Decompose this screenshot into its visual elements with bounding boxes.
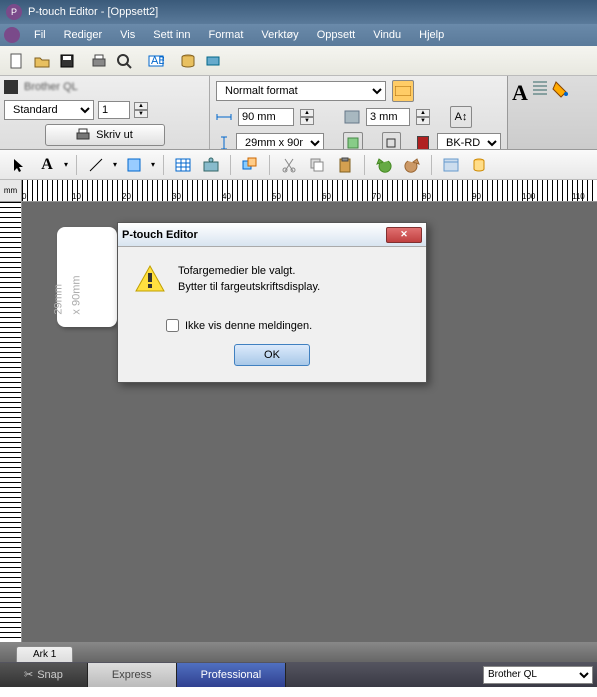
menu-rediger[interactable]: Rediger (56, 27, 111, 43)
paper-panel: Normalt format ▲▼ ▲▼ A↕ 29mm x 90m BK-RD (210, 76, 507, 149)
margin-input[interactable] (366, 108, 410, 126)
cut-tool[interactable] (278, 154, 300, 176)
properties-button[interactable] (440, 154, 462, 176)
window-title: P-touch Editor - [Oppsett2] (28, 6, 158, 18)
dialog-close-button[interactable]: ✕ (386, 227, 422, 243)
new-button[interactable] (6, 50, 28, 72)
copies-spinner[interactable]: ▲▼ (134, 102, 148, 118)
feed-button[interactable] (343, 132, 363, 149)
cut-button[interactable] (382, 132, 402, 149)
dont-show-checkbox[interactable] (166, 319, 179, 332)
sheet-tabs: Ark 1 (0, 642, 597, 662)
dialog-titlebar[interactable]: P-touch Editor ✕ (118, 223, 426, 247)
menu-fil[interactable]: Fil (26, 27, 54, 43)
orientation-landscape-button[interactable] (392, 80, 414, 102)
warning-icon (134, 263, 166, 295)
printer-name: Brother QL (24, 81, 78, 93)
table-tool[interactable] (172, 154, 194, 176)
standard-toolbar: ABC (0, 46, 597, 76)
length-icon (216, 136, 230, 149)
print-panel: Brother QL Standard ▲▼ Skriv ut (0, 76, 210, 149)
svg-text:ABC: ABC (151, 55, 164, 67)
menu-verktoy[interactable]: Verktøy (253, 27, 306, 43)
printer-icon (76, 128, 90, 142)
save-button[interactable] (56, 50, 78, 72)
redo-button[interactable] (401, 154, 423, 176)
paste-tool[interactable] (334, 154, 356, 176)
pointer-tool[interactable] (8, 154, 30, 176)
text-panel: A (507, 76, 597, 149)
menubar: Fil Rediger Vis Sett inn Format Verktøy … (0, 24, 597, 46)
fill-icon[interactable] (552, 80, 570, 98)
undo-button[interactable] (373, 154, 395, 176)
tape-size-select[interactable]: 29mm x 90m (236, 133, 324, 149)
width-icon (216, 110, 232, 124)
print-action-button[interactable]: Skriv ut (45, 124, 165, 146)
width-input[interactable] (238, 108, 294, 126)
style-select[interactable]: Standard (4, 100, 94, 120)
format-select[interactable]: Normalt format (216, 81, 386, 101)
mode-express-button[interactable]: Express (88, 663, 177, 687)
align-icon[interactable] (532, 80, 548, 100)
dont-show-label: Ikke vis denne meldingen. (185, 320, 312, 332)
margin-icon (344, 110, 360, 124)
menu-vindu[interactable]: Vindu (365, 27, 409, 43)
text-tool[interactable]: A (36, 154, 58, 176)
statusbar: ✂ Snap Express Professional Brother QL (0, 662, 597, 687)
width-spinner[interactable]: ▲▼ (300, 109, 314, 125)
image-tool[interactable] (200, 154, 222, 176)
database-tool[interactable] (468, 154, 490, 176)
mode-professional-button[interactable]: Professional (177, 663, 287, 687)
margin-spinner[interactable]: ▲▼ (416, 109, 430, 125)
text-direction-button[interactable]: A↕ (450, 106, 472, 128)
printer-icon (4, 80, 18, 94)
print-label: Skriv ut (96, 129, 133, 141)
app-icon: P (6, 4, 22, 20)
ruler-horizontal: 0102030405060708090100110 (22, 180, 597, 201)
status-printer-select[interactable]: Brother QL (483, 666, 593, 684)
copies-input[interactable] (98, 101, 130, 119)
ink-color-swatch (417, 136, 430, 149)
menu-vis[interactable]: Vis (112, 27, 143, 43)
copy-tool[interactable] (306, 154, 328, 176)
label-dimensions: 29mmx 90mm (49, 275, 85, 314)
dialog-message: Tofargemedier ble valgt. Bytter til farg… (178, 263, 320, 295)
ok-button[interactable]: OK (234, 344, 310, 366)
dialog-title: P-touch Editor (122, 229, 386, 241)
app-menu-icon[interactable] (4, 27, 20, 43)
message-dialog: P-touch Editor ✕ Tofargemedier ble valgt… (117, 222, 427, 383)
label-preview[interactable]: 29mmx 90mm (57, 227, 117, 327)
property-panels: Brother QL Standard ▲▼ Skriv ut Normalt … (0, 76, 597, 150)
mode-snap-button[interactable]: ✂ Snap (0, 663, 88, 687)
ruler-vertical (0, 202, 22, 642)
ruler-row: mm 0102030405060708090100110 (0, 180, 597, 202)
arrange-tool[interactable] (239, 154, 261, 176)
canvas[interactable]: 29mmx 90mm P-touch Editor ✕ Tofargemedie… (22, 202, 597, 642)
object-toolbar: A ▾ ▾ ▾ (0, 150, 597, 180)
menu-format[interactable]: Format (201, 27, 252, 43)
menu-hjelp[interactable]: Hjelp (411, 27, 452, 43)
menu-oppsett[interactable]: Oppsett (309, 27, 364, 43)
preview-button[interactable] (113, 50, 135, 72)
shape-tool[interactable] (123, 154, 145, 176)
text-frame-button[interactable]: ABC (145, 50, 167, 72)
workspace: 29mmx 90mm P-touch Editor ✕ Tofargemedie… (0, 202, 597, 642)
color-select[interactable]: BK-RD (437, 133, 501, 149)
menu-settinn[interactable]: Sett inn (145, 27, 198, 43)
line-tool[interactable] (85, 154, 107, 176)
sheet-tab-1[interactable]: Ark 1 (16, 646, 73, 662)
text-tool-icon[interactable]: A (512, 80, 528, 106)
database-button[interactable] (177, 50, 199, 72)
print-button[interactable] (88, 50, 110, 72)
titlebar: P P-touch Editor - [Oppsett2] (0, 0, 597, 24)
open-button[interactable] (31, 50, 53, 72)
transfer-button[interactable] (202, 50, 224, 72)
ruler-unit: mm (0, 180, 22, 201)
